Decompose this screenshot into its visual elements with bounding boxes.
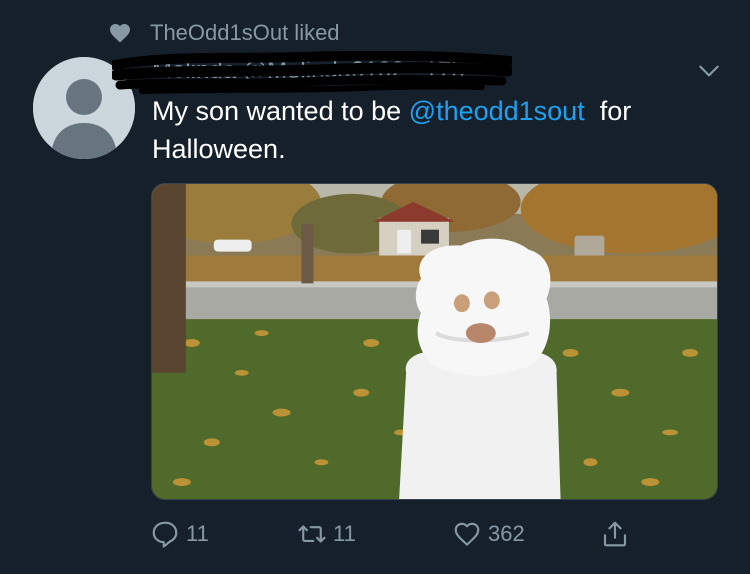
reply-button[interactable]: 11 [150,516,209,552]
share-button[interactable] [600,516,636,552]
social-context-text: TheOdd1sOut liked [150,20,340,45]
chevron-down-icon[interactable] [696,58,722,84]
retweet-icon [298,525,326,543]
tweet-photo[interactable] [151,183,718,500]
reply-icon [152,521,178,548]
tweet-header: Melinda @Melinda0102 · 17h [112,51,512,94]
like-count: 362 [488,521,525,546]
reply-count: 11 [186,521,209,546]
tweet-text: My son wanted to be @theodd1sout for Hal… [152,92,722,168]
like-button[interactable]: 362 [452,516,525,552]
halloween-ghost-costume-photo [152,184,717,499]
tweet-card[interactable]: TheOdd1sOut liked Melinda @Melinda0102 ·… [0,0,750,574]
redaction-scribble [112,51,512,94]
retweet-button[interactable]: 11 [297,516,356,552]
author-name-redacted[interactable]: Melinda @Melinda0102 [112,51,512,94]
social-context: TheOdd1sOut liked [108,18,340,48]
share-icon [603,521,627,547]
heart-outline-icon [454,522,480,546]
retweet-count: 11 [333,521,356,546]
mention-link[interactable]: @theodd1sout [409,96,585,126]
tweet-text-before: My son wanted to be [152,96,409,126]
tweet-actions: 11 11 362 [150,516,650,552]
heart-icon [110,24,130,43]
